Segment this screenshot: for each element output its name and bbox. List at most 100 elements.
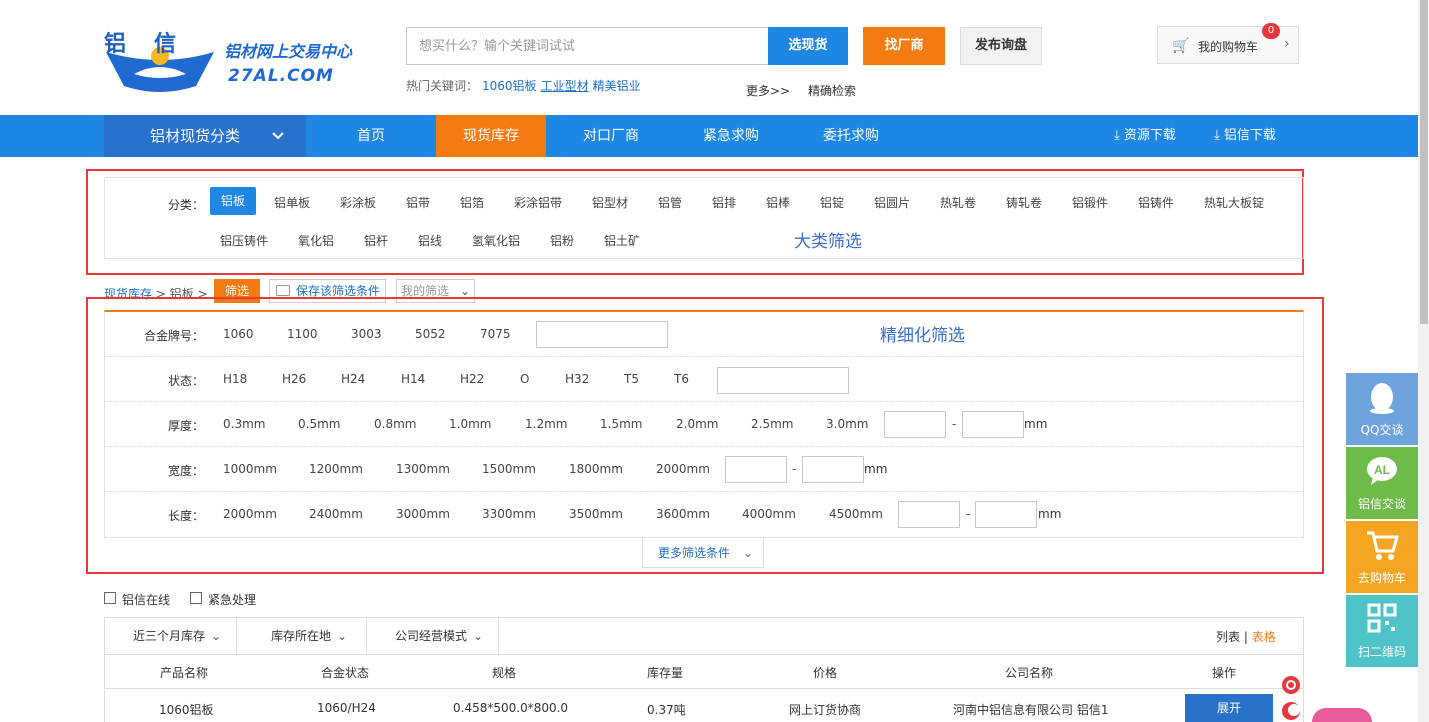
width-option[interactable]: 1200mm xyxy=(309,462,363,476)
alloy-option[interactable]: 1060 xyxy=(223,327,254,341)
state-custom-input[interactable] xyxy=(717,367,849,394)
cart-button[interactable]: 🛒 我的购物车 0 › xyxy=(1157,23,1299,64)
category-item[interactable]: 铝土矿 xyxy=(604,232,640,249)
thickness-option[interactable]: 3.0mm xyxy=(826,417,868,431)
length-option[interactable]: 3000mm xyxy=(396,507,450,521)
dropdown-recent-stock[interactable]: 近三个月库存 ⌄ xyxy=(105,618,237,654)
alloy-custom-input[interactable] xyxy=(536,321,668,348)
dropdown-business-mode[interactable]: 公司经营模式 ⌄ xyxy=(367,618,499,654)
category-item[interactable]: 铝箔 xyxy=(460,194,484,211)
category-item[interactable]: 氧化铝 xyxy=(298,232,334,249)
category-item[interactable]: 铝管 xyxy=(658,194,682,211)
dropdown-location[interactable]: 库存所在地 ⌄ xyxy=(237,618,367,654)
search-input[interactable]: 想买什么？输个关键词试试 xyxy=(406,27,768,65)
category-item[interactable]: 铝型材 xyxy=(592,194,628,211)
hot-keyword-link[interactable]: 1060铝板 xyxy=(482,79,537,93)
category-item[interactable]: 铝板 xyxy=(210,187,257,215)
thickness-option[interactable]: 0.8mm xyxy=(374,417,416,431)
length-option[interactable]: 3600mm xyxy=(656,507,710,521)
state-option[interactable]: H32 xyxy=(565,372,589,386)
length-option[interactable]: 4500mm xyxy=(829,507,883,521)
length-option[interactable]: 2000mm xyxy=(223,507,277,521)
thickness-min-input[interactable] xyxy=(884,411,946,438)
more-link[interactable]: 更多>> xyxy=(746,82,790,99)
category-item[interactable]: 铝线 xyxy=(418,232,442,249)
nav-item-factories[interactable]: 对口厂商 xyxy=(556,115,666,157)
length-option[interactable]: 2400mm xyxy=(309,507,363,521)
alloy-option[interactable]: 3003 xyxy=(351,327,382,341)
state-option[interactable]: T5 xyxy=(624,372,639,386)
state-option[interactable]: H14 xyxy=(401,372,425,386)
publish-inquiry-button[interactable]: 发布询盘 xyxy=(960,27,1042,65)
record-icon[interactable] xyxy=(1282,676,1300,694)
length-option[interactable]: 3500mm xyxy=(569,507,623,521)
nav-item-spot-stock[interactable]: 现货库存 xyxy=(436,115,546,157)
qr-code-button[interactable]: 扫二维码 xyxy=(1346,595,1418,667)
cell-company[interactable]: 河南中铝信息有限公司 铝信1 xyxy=(953,701,1108,718)
category-item[interactable]: 铝粉 xyxy=(550,232,574,249)
category-item[interactable]: 彩涂铝带 xyxy=(514,194,562,211)
width-option[interactable]: 1300mm xyxy=(396,462,450,476)
urgent-checkbox[interactable] xyxy=(190,592,202,604)
view-table-link[interactable]: 表格 xyxy=(1252,630,1276,644)
width-option[interactable]: 1000mm xyxy=(223,462,277,476)
thickness-option[interactable]: 1.5mm xyxy=(600,417,642,431)
thickness-option[interactable]: 2.5mm xyxy=(751,417,793,431)
category-item[interactable]: 铝圆片 xyxy=(874,194,910,211)
category-item[interactable]: 铝排 xyxy=(712,194,736,211)
length-option[interactable]: 4000mm xyxy=(742,507,796,521)
hot-keyword-link[interactable]: 精美铝业 xyxy=(593,79,641,93)
category-item[interactable]: 铝锭 xyxy=(820,194,844,211)
category-item[interactable]: 铝棒 xyxy=(766,194,790,211)
state-option[interactable]: H24 xyxy=(341,372,365,386)
width-option[interactable]: 1500mm xyxy=(482,462,536,476)
more-filter-button[interactable]: 更多筛选条件 ⌄ xyxy=(642,538,764,568)
alloy-option[interactable]: 7075 xyxy=(480,327,511,341)
qq-chat-button[interactable]: QQ交谈 xyxy=(1346,373,1418,445)
width-min-input[interactable] xyxy=(725,456,787,483)
nav-item-urgent-buy[interactable]: 紧急求购 xyxy=(676,115,786,157)
al-chat-button[interactable]: AL 铝信交谈 xyxy=(1346,447,1418,519)
alloy-option[interactable]: 1100 xyxy=(287,327,318,341)
thickness-option[interactable]: 2.0mm xyxy=(676,417,718,431)
thickness-max-input[interactable] xyxy=(962,411,1024,438)
width-option[interactable]: 1800mm xyxy=(569,462,623,476)
view-list-link[interactable]: 列表 xyxy=(1216,630,1240,644)
select-spot-button[interactable]: 选现货 xyxy=(768,27,848,65)
category-item[interactable]: 铝压铸件 xyxy=(220,232,268,249)
length-min-input[interactable] xyxy=(898,501,960,528)
category-item[interactable]: 彩涂板 xyxy=(340,194,376,211)
category-item[interactable]: 热轧大板锭 xyxy=(1204,194,1264,211)
category-item[interactable]: 铝锻件 xyxy=(1072,194,1108,211)
go-cart-button[interactable]: 去购物车 xyxy=(1346,521,1418,593)
state-option[interactable]: T6 xyxy=(674,372,689,386)
state-option[interactable]: H26 xyxy=(282,372,306,386)
width-max-input[interactable] xyxy=(802,456,864,483)
category-menu[interactable]: 铝材现货分类 xyxy=(104,115,306,157)
find-factory-button[interactable]: 找厂商 xyxy=(863,27,945,65)
thickness-option[interactable]: 1.2mm xyxy=(525,417,567,431)
length-max-input[interactable] xyxy=(975,501,1037,528)
moon-icon[interactable] xyxy=(1282,702,1300,720)
width-option[interactable]: 2000mm xyxy=(656,462,710,476)
cell-product[interactable]: 1060铝板 xyxy=(159,701,214,718)
thickness-option[interactable]: 0.3mm xyxy=(223,417,265,431)
category-item[interactable]: 热轧卷 xyxy=(940,194,976,211)
resource-download-link[interactable]: ⤓ 资源下载 xyxy=(1114,115,1176,157)
app-download-link[interactable]: ⤓ 铝信下载 xyxy=(1214,115,1276,157)
nav-item-home[interactable]: 首页 xyxy=(306,115,436,157)
category-item[interactable]: 铝铸件 xyxy=(1138,194,1174,211)
state-option[interactable]: H18 xyxy=(223,372,247,386)
category-item[interactable]: 铝带 xyxy=(406,194,430,211)
category-item[interactable]: 铝单板 xyxy=(274,194,310,211)
category-item[interactable]: 铝杆 xyxy=(364,232,388,249)
site-logo[interactable]: 铝信 铝材网上交易中心 27AL.COM xyxy=(104,24,364,96)
hot-keyword-link[interactable]: 工业型材 xyxy=(541,79,589,93)
length-option[interactable]: 3300mm xyxy=(482,507,536,521)
category-item[interactable]: 铸轧卷 xyxy=(1006,194,1042,211)
thickness-option[interactable]: 1.0mm xyxy=(449,417,491,431)
alloy-option[interactable]: 5052 xyxy=(415,327,446,341)
precise-search-link[interactable]: 精确检索 xyxy=(808,82,856,99)
state-option[interactable]: O xyxy=(520,372,529,386)
thickness-option[interactable]: 0.5mm xyxy=(298,417,340,431)
